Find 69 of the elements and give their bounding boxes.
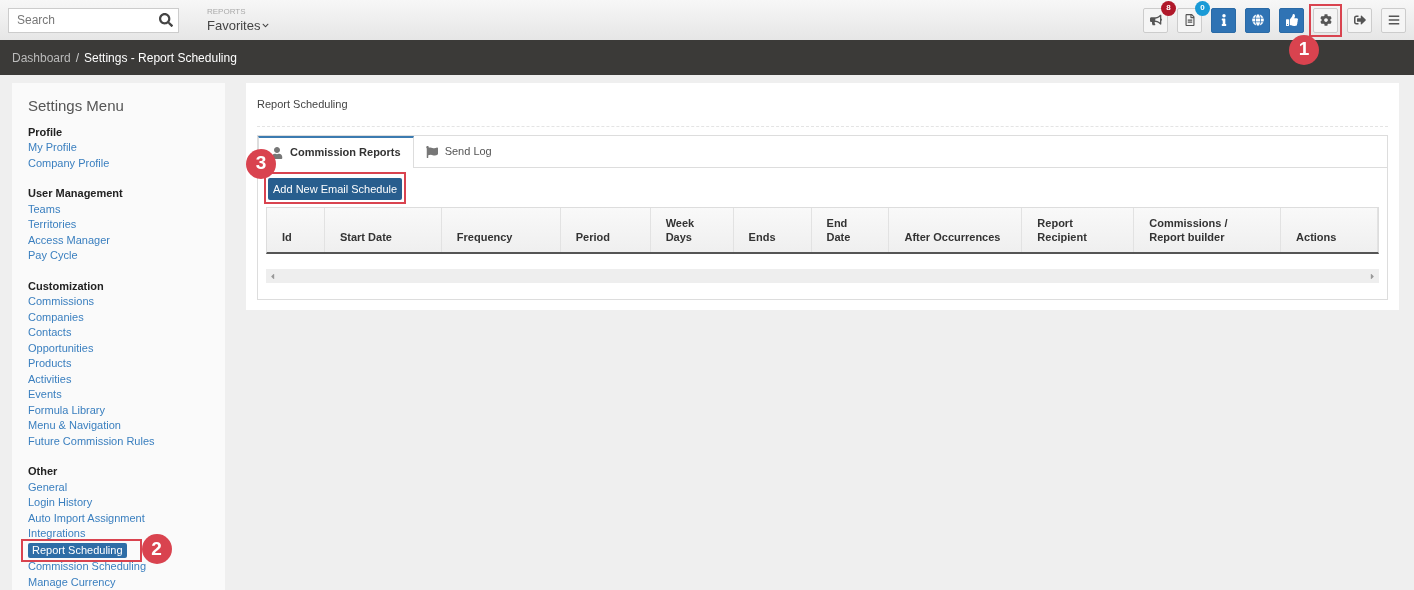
globe-icon (1251, 14, 1264, 26)
sidebar-title: Settings Menu (28, 96, 125, 116)
scroll-right-icon (1368, 271, 1377, 281)
section-heading: Profile (28, 124, 63, 140)
sidebar-link[interactable]: Contacts (28, 325, 72, 341)
thumbs-up-icon (1285, 14, 1298, 26)
horizontal-scrollbar[interactable] (266, 269, 1379, 283)
sidebar-link[interactable]: Pay Cycle (28, 248, 78, 264)
column-header: Period (560, 208, 651, 252)
section-heading: Other (28, 464, 58, 479)
breadcrumb-separator: / (75, 49, 80, 67)
flag-icon (425, 145, 438, 158)
sidebar-link[interactable]: Company Profile (28, 155, 110, 171)
add-schedule-button[interactable]: Add New Email Schedule (268, 177, 403, 200)
sidebar-link[interactable]: Territories (28, 217, 77, 233)
step-marker: 1 (1289, 34, 1319, 65)
sidebar-link[interactable]: Activities (28, 371, 72, 387)
step-marker: 3 (246, 148, 276, 179)
column-header: Commissions / Report builder (1134, 208, 1282, 252)
column-header: Ends (733, 208, 812, 252)
column-header: Week Days (650, 208, 734, 252)
sidebar-link[interactable]: Future Commission Rules (28, 433, 155, 449)
column-header: Actions (1281, 208, 1378, 252)
breadcrumb-item[interactable]: Dashboard (12, 48, 71, 67)
column-header: After Occurrences (889, 208, 1023, 252)
sidebar-link[interactable]: Menu & Navigation (28, 418, 121, 434)
section-heading: User Management (28, 186, 123, 201)
count-badge: 8 (1161, 0, 1176, 16)
scroll-left-icon (268, 271, 277, 281)
toolbar-button[interactable] (1279, 7, 1304, 33)
sidebar-link[interactable]: Products (28, 356, 72, 372)
sidebar-link[interactable]: Events (28, 387, 62, 403)
sign-out-icon (1353, 14, 1366, 26)
sidebar-link[interactable]: Formula Library (28, 402, 106, 418)
sidebar-link[interactable]: Manage Currency (28, 574, 116, 590)
step-marker: 2 (141, 533, 172, 564)
section-caption: REPORTS (207, 8, 247, 16)
sidebar-link[interactable]: Teams (28, 201, 61, 217)
menu-icon (1387, 14, 1400, 26)
column-header: Id (267, 208, 325, 252)
settings-icon (1319, 14, 1332, 26)
sidebar-link[interactable]: Access Manager (28, 232, 110, 248)
column-header: End Date (811, 208, 890, 252)
search-field[interactable]: Search (8, 7, 179, 33)
sidebar-link[interactable]: My Profile (28, 140, 77, 156)
toolbar-button[interactable] (1245, 7, 1270, 33)
count-badge: 0 (1195, 0, 1210, 16)
column-header: Report Recipient (1022, 208, 1135, 252)
column-header: Start Date (324, 208, 442, 252)
caret-icon (262, 22, 270, 29)
sidebar-link[interactable]: Auto Import Assignment (28, 510, 145, 526)
sidebar-link[interactable]: General (28, 479, 68, 495)
sidebar-link[interactable]: Commissions (28, 294, 94, 310)
megaphone-icon (1149, 14, 1162, 26)
toolbar-button[interactable] (1211, 7, 1236, 33)
document-icon (1183, 14, 1196, 26)
favorites-dropdown[interactable]: Favorites (207, 19, 270, 32)
sidebar-link[interactable]: Report Scheduling (28, 542, 127, 558)
section-heading: Customization (28, 278, 104, 294)
tab[interactable]: Send Log (413, 135, 504, 168)
panel-title: Report Scheduling (257, 83, 1388, 127)
sidebar-link[interactable]: Integrations (28, 526, 86, 542)
sidebar-link[interactable]: Opportunities (28, 340, 94, 356)
sidebar-link[interactable]: Companies (28, 309, 84, 325)
column-header: Frequency (441, 208, 561, 252)
user-icon (271, 146, 283, 159)
breadcrumb-item: Settings - Report Scheduling (84, 49, 237, 67)
search-icon (159, 13, 173, 27)
sidebar-link[interactable]: Login History (28, 495, 93, 511)
